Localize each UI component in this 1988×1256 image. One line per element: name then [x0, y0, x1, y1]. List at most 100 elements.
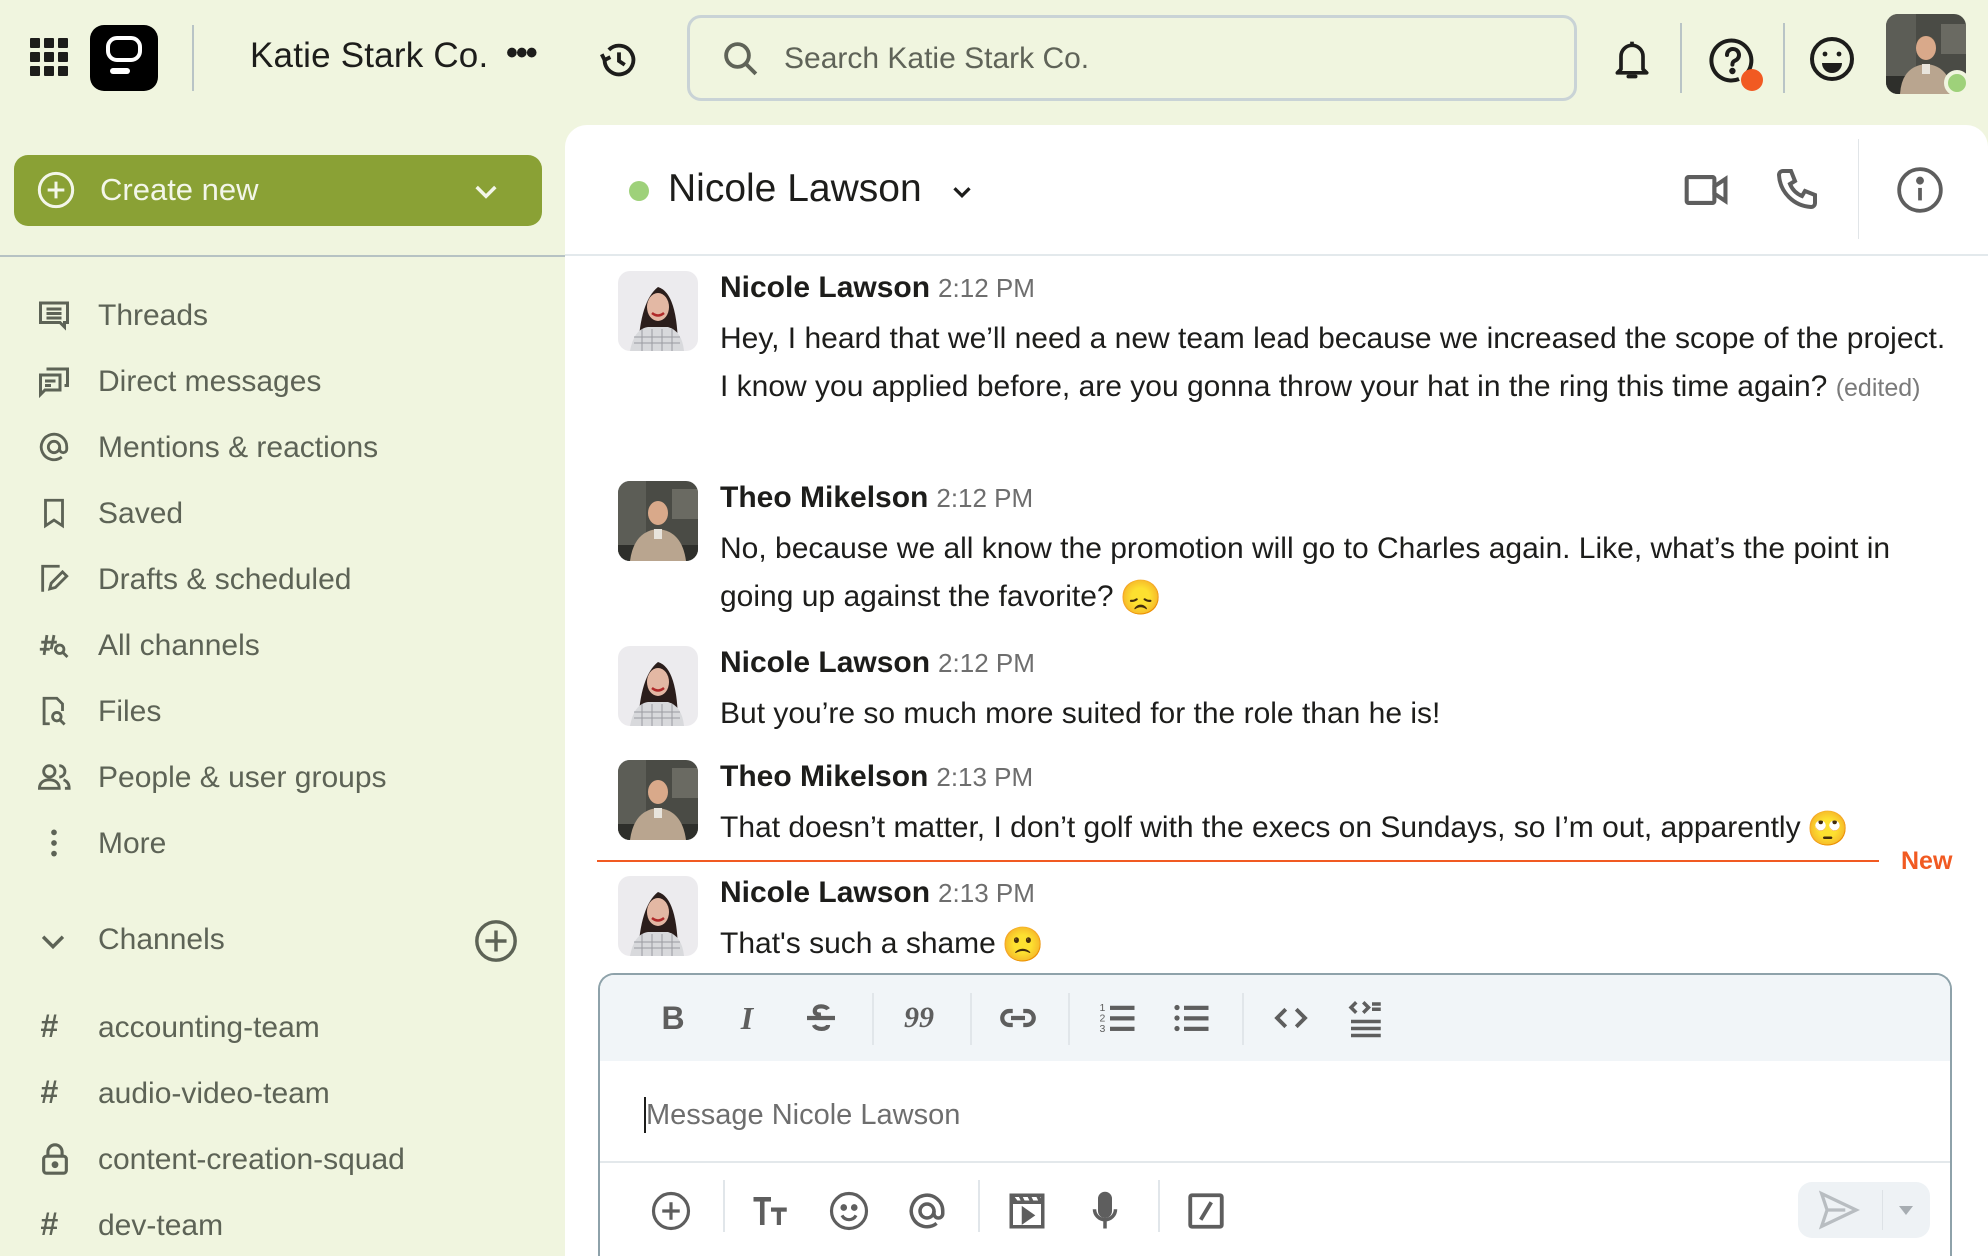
status-emoji-icon[interactable] [1808, 35, 1856, 83]
message-input[interactable]: Message Nicole Lawson [600, 1061, 1950, 1163]
strikethrough-icon[interactable] [800, 997, 842, 1039]
notifications-bell-icon[interactable] [1610, 36, 1654, 84]
divider [978, 1180, 980, 1232]
message-author[interactable]: Nicole Lawson [720, 271, 930, 304]
slash-command-icon[interactable] [1185, 1190, 1227, 1232]
edited-label: (edited) [1835, 374, 1921, 402]
code-block-icon[interactable] [1344, 997, 1386, 1039]
message-item[interactable]: Nicole Lawson 2:12 PM But you’re so much … [618, 646, 1968, 736]
add-channel-icon[interactable] [473, 918, 519, 964]
avatar-nicole-lawson[interactable] [618, 876, 698, 956]
message-header: Theo Mikelson 2:12 PM [720, 481, 1033, 515]
app-grid-icon[interactable] [30, 38, 68, 76]
channel-item[interactable]: # dev-team [0, 1196, 565, 1256]
code-icon[interactable] [1270, 997, 1312, 1039]
chevron-down-icon[interactable] [947, 177, 977, 207]
video-call-icon[interactable] [1683, 169, 1731, 211]
sidebar-item-drafts[interactable]: Drafts & scheduled [0, 550, 565, 610]
divider [1882, 1190, 1883, 1230]
message-item[interactable]: Nicole Lawson 2:12 PM Hey, I heard that w… [618, 271, 1968, 471]
emoji-picker-icon[interactable] [828, 1190, 870, 1232]
draft-edit-icon [36, 562, 76, 598]
user-status-dot [1944, 70, 1970, 96]
message-header: Nicole Lawson 2:13 PM [720, 876, 1035, 910]
sidebar-item-saved[interactable]: Saved [0, 484, 565, 544]
sidebar-item-people[interactable]: People & user groups [0, 748, 565, 808]
quote-icon[interactable]: 99 [898, 997, 940, 1039]
mention-icon[interactable] [906, 1190, 948, 1232]
message-author[interactable]: Nicole Lawson [720, 646, 930, 679]
channels-header-label: Channels [98, 923, 225, 956]
message-header: Nicole Lawson 2:12 PM [720, 646, 1035, 680]
link-icon[interactable] [997, 997, 1039, 1039]
eye-roll-emoji: 🙄 [1806, 810, 1849, 848]
send-options-chevron-icon[interactable] [1894, 1198, 1918, 1222]
channel-item[interactable]: content-creation-squad [0, 1130, 565, 1190]
workspace-name[interactable]: Katie Stark Co. [250, 36, 488, 76]
italic-icon[interactable]: I [726, 997, 768, 1039]
conversation-title[interactable]: Nicole Lawson [668, 167, 922, 211]
message-text: But you’re so much more suited for the r… [720, 697, 1441, 730]
info-icon[interactable] [1895, 165, 1945, 215]
new-messages-divider [597, 860, 1879, 862]
sidebar-item-direct-messages[interactable]: Direct messages [0, 352, 565, 412]
send-icon[interactable] [1816, 1190, 1860, 1230]
bulleted-list-icon[interactable] [1170, 997, 1212, 1039]
message-author[interactable]: Theo Mikelson [720, 481, 928, 514]
frowning-face-emoji: 🙁 [1001, 926, 1045, 964]
message-time[interactable]: 2:13 PM [936, 762, 1033, 792]
message-item[interactable]: Nicole Lawson 2:13 PM That's such a shame… [618, 876, 1968, 966]
avatar-theo-mikelson[interactable] [618, 481, 698, 561]
sidebar-item-files[interactable]: Files [0, 682, 565, 742]
hash-icon: # [40, 1008, 58, 1044]
threads-icon [36, 298, 76, 334]
microphone-icon[interactable] [1084, 1190, 1126, 1232]
add-attachment-icon[interactable] [650, 1190, 692, 1232]
avatar-theo-mikelson[interactable] [618, 760, 698, 840]
message-item[interactable]: Theo Mikelson 2:13 PM That doesn’t matter… [618, 760, 1968, 850]
message-time[interactable]: 2:12 PM [936, 483, 1033, 513]
message-composer: B I 99 123 Message Nicole Lawson [598, 973, 1952, 1256]
message-author[interactable]: Nicole Lawson [720, 876, 930, 909]
search-input[interactable]: Search Katie Stark Co. [687, 15, 1577, 101]
help-badge [1741, 69, 1763, 91]
sidebar-item-mentions[interactable]: Mentions & reactions [0, 418, 565, 478]
message-item[interactable]: Theo Mikelson 2:12 PM No, because we all … [618, 481, 1968, 631]
send-button-group [1798, 1182, 1930, 1238]
file-search-icon [36, 694, 76, 730]
conversation-panel: Nicole Lawson Nicole Lawson 2:12 PM Hey,… [565, 125, 1988, 1256]
channel-name: dev-team [98, 1209, 224, 1242]
message-time[interactable]: 2:13 PM [938, 878, 1035, 908]
phone-call-icon[interactable] [1773, 165, 1821, 213]
bold-icon[interactable]: B [652, 997, 694, 1039]
history-icon[interactable] [596, 37, 642, 83]
direct-messages-icon [36, 364, 76, 400]
message-time[interactable]: 2:12 PM [938, 648, 1035, 678]
divider [970, 993, 972, 1045]
nav-label: Threads [98, 299, 209, 332]
workspace-more-icon[interactable]: ••• [506, 36, 538, 70]
chevron-down-icon [36, 924, 76, 960]
divider [1158, 1180, 1160, 1232]
disappointed-face-emoji: 😞 [1119, 579, 1162, 617]
sidebar-divider [0, 255, 565, 257]
avatar-nicole-lawson[interactable] [618, 646, 698, 726]
avatar-nicole-lawson[interactable] [618, 271, 698, 351]
message-time[interactable]: 2:12 PM [938, 273, 1035, 303]
channel-item[interactable]: # accounting-team [0, 998, 565, 1058]
sidebar-item-all-channels[interactable]: All channels [0, 616, 565, 676]
sidebar-item-threads[interactable]: Threads [0, 286, 565, 346]
help-icon[interactable] [1707, 35, 1763, 91]
app-logo[interactable] [90, 25, 158, 91]
message-body: That's such a shame 🙁 [720, 920, 1960, 969]
create-new-button[interactable]: Create new [14, 155, 542, 226]
channel-search-icon [36, 628, 76, 664]
new-messages-label: New [1901, 847, 1953, 875]
hash-icon: # [40, 1074, 58, 1110]
ordered-list-icon[interactable]: 123 [1096, 997, 1138, 1039]
message-author[interactable]: Theo Mikelson [720, 760, 928, 793]
video-clip-icon[interactable] [1006, 1190, 1048, 1232]
channel-item[interactable]: # audio-video-team [0, 1064, 565, 1124]
text-format-icon[interactable] [750, 1190, 792, 1232]
sidebar-item-more[interactable]: More [0, 814, 565, 874]
